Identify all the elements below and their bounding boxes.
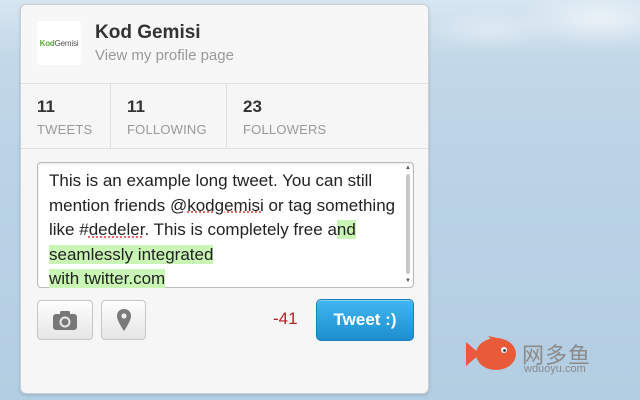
stat-followers-label: FOLLOWERS: [243, 122, 327, 137]
stats-bar: 11 TWEETS 11 FOLLOWING 23 FOLLOWERS: [21, 84, 428, 149]
stat-followers[interactable]: 23 FOLLOWERS: [227, 84, 427, 148]
tweet-widget-card: KodGemisi Kod Gemisi View my profile pag…: [20, 4, 429, 394]
watermark-subtitle: wduoyu.com: [524, 363, 586, 375]
location-pin-icon: [116, 309, 131, 331]
add-photo-button[interactable]: [37, 300, 93, 340]
mention-text: kodgemisi: [187, 195, 264, 215]
scroll-thumb[interactable]: [406, 174, 410, 274]
tweet-compose-textarea[interactable]: This is an example long tweet. You can s…: [37, 162, 414, 289]
watermark: 网多鱼 wduoyu.com: [462, 332, 632, 382]
kodgemisi-logo: KodGemisi: [39, 38, 79, 48]
stat-tweets[interactable]: 11 TWEETS: [21, 84, 111, 148]
textarea-scrollbar[interactable]: ▲ ▼: [405, 165, 411, 284]
fish-logo-icon: [466, 336, 516, 370]
add-location-button[interactable]: [101, 300, 146, 340]
view-profile-link[interactable]: View my profile page: [95, 47, 234, 64]
stat-following[interactable]: 11 FOLLOWING: [111, 84, 227, 148]
stat-tweets-count: 11: [37, 97, 55, 116]
tweet-button[interactable]: Tweet :): [316, 299, 414, 341]
profile-name: Kod Gemisi: [95, 22, 201, 43]
stat-following-label: FOLLOWING: [127, 122, 207, 137]
scroll-up-arrow-icon[interactable]: ▲: [405, 165, 411, 171]
stat-tweets-label: TWEETS: [37, 122, 93, 137]
character-counter: -41: [273, 309, 298, 328]
scroll-down-arrow-icon[interactable]: ▼: [405, 278, 411, 284]
hashtag-text: dedeler: [88, 220, 145, 240]
tweet-text: This is an example long tweet. You can s…: [49, 171, 396, 289]
avatar[interactable]: KodGemisi: [37, 21, 81, 65]
camera-icon: [53, 311, 77, 330]
overflow-highlight-2: with twitter.com: [49, 269, 166, 289]
profile-header: KodGemisi Kod Gemisi View my profile pag…: [21, 5, 428, 84]
stat-following-count: 11: [127, 97, 145, 116]
stat-followers-count: 23: [243, 97, 262, 116]
